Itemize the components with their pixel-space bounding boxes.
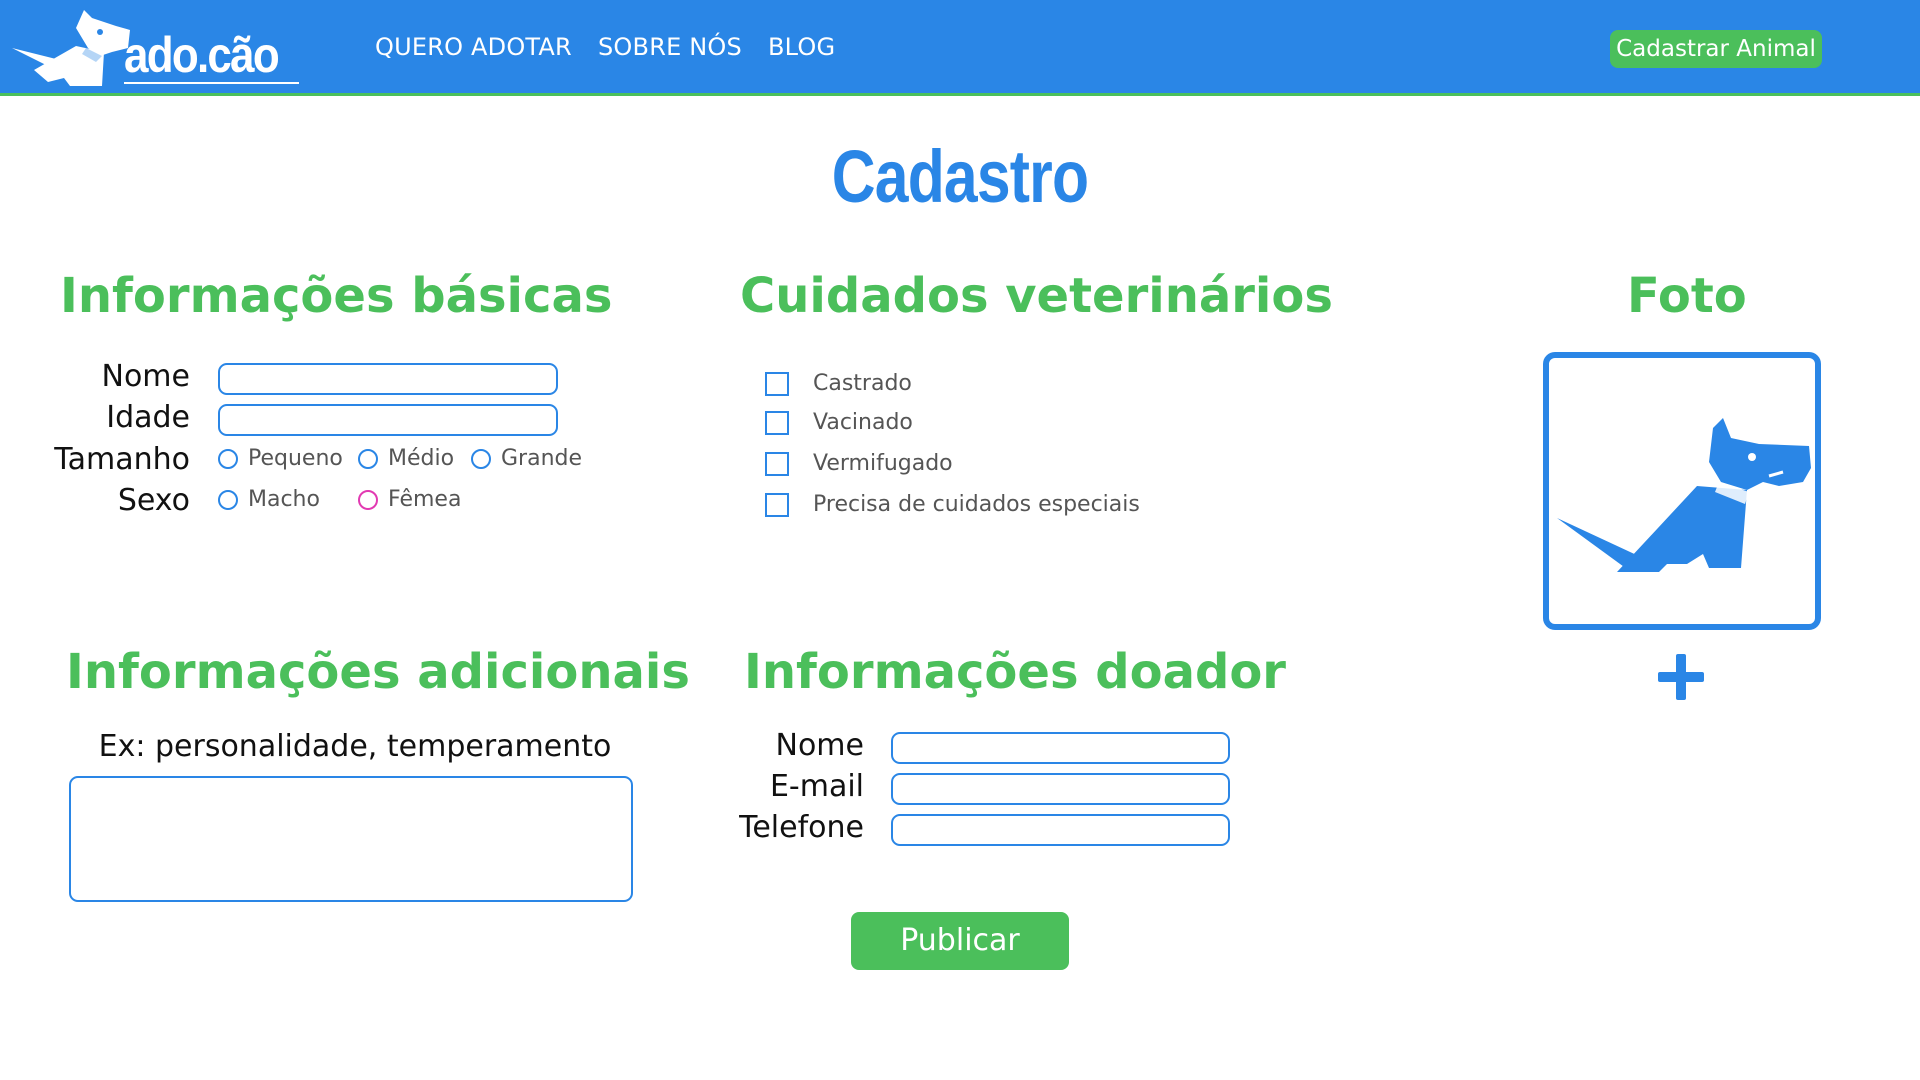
section-title-donor-info: Informações doador	[744, 644, 1286, 700]
plus-vertical-bar	[1676, 654, 1686, 700]
checkbox-box[interactable]	[765, 411, 789, 435]
donor-email-label: E-mail	[769, 769, 864, 804]
donor-name-label: Nome	[775, 728, 864, 763]
radio-circle[interactable]	[471, 449, 491, 469]
donor-phone-input[interactable]	[891, 814, 1230, 846]
sex-radio-femea[interactable]: Fêmea	[358, 487, 461, 513]
section-title-extra-info: Informações adicionais	[66, 644, 690, 700]
checkbox-label: Vacinado	[813, 410, 913, 435]
animal-age-input[interactable]	[218, 404, 558, 436]
radio-circle[interactable]	[358, 449, 378, 469]
sex-label: Sexo	[117, 483, 190, 518]
checkbox-cuidados-especiais[interactable]: Precisa de cuidados especiais	[765, 493, 1140, 517]
radio-circle[interactable]	[358, 490, 378, 510]
sex-radio-macho[interactable]: Macho	[218, 487, 320, 513]
cadastrar-animal-button[interactable]: Cadastrar Animal	[1610, 30, 1822, 68]
radio-label: Médio	[388, 446, 455, 471]
section-title-vet-care: Cuidados veterinários	[740, 268, 1333, 324]
checkbox-box[interactable]	[765, 452, 789, 476]
size-label: Tamanho	[54, 442, 190, 477]
nav-quero-adotar[interactable]: QUERO ADOTAR	[375, 33, 572, 61]
nav-sobre-nos[interactable]: SOBRE NÓS	[598, 33, 742, 61]
site-logo[interactable]: ado.cão	[12, 8, 302, 90]
top-navigation-bar: ado.cão QUERO ADOTAR SOBRE NÓS BLOG Cada…	[0, 0, 1920, 96]
donor-name-input[interactable]	[891, 732, 1230, 764]
extra-info-textarea[interactable]	[69, 776, 633, 902]
checkbox-vermifugado[interactable]: Vermifugado	[765, 452, 953, 476]
size-radio-grande[interactable]: Grande	[471, 446, 582, 472]
checkbox-label: Precisa de cuidados especiais	[813, 492, 1140, 517]
size-radio-medio[interactable]: Médio	[358, 446, 454, 472]
checkbox-label: Castrado	[813, 371, 912, 396]
nav-blog[interactable]: BLOG	[768, 33, 835, 61]
animal-name-input[interactable]	[218, 363, 558, 395]
radio-label: Grande	[501, 446, 583, 471]
name-label: Nome	[101, 359, 190, 394]
donor-phone-label: Telefone	[739, 810, 864, 845]
checkbox-box[interactable]	[765, 372, 789, 396]
radio-circle[interactable]	[218, 490, 238, 510]
radio-label: Pequeno	[248, 446, 343, 471]
page-title: Cadastro	[831, 135, 1089, 218]
checkbox-castrado[interactable]: Castrado	[765, 372, 912, 396]
dog-logo-icon	[12, 10, 130, 86]
radio-circle[interactable]	[218, 449, 238, 469]
age-label: Idade	[106, 400, 190, 435]
section-title-photo: Foto	[1627, 268, 1747, 324]
checkbox-box[interactable]	[765, 493, 789, 517]
photo-upload-area[interactable]	[1543, 352, 1821, 630]
checkbox-vacinado[interactable]: Vacinado	[765, 411, 913, 435]
logo-underline	[124, 82, 299, 84]
logo-text: ado.cão	[124, 27, 280, 83]
radio-label: Fêmea	[388, 487, 462, 512]
dog-icon	[1557, 418, 1811, 572]
add-photo-plus-icon[interactable]	[1656, 651, 1708, 703]
size-radio-pequeno[interactable]: Pequeno	[218, 446, 343, 472]
section-title-basic-info: Informações básicas	[60, 268, 613, 324]
extra-info-hint: Ex: personalidade, temperamento	[98, 729, 612, 764]
checkbox-label: Vermifugado	[813, 451, 953, 476]
radio-label: Macho	[248, 487, 320, 512]
publish-button[interactable]: Publicar	[851, 912, 1069, 970]
donor-email-input[interactable]	[891, 773, 1230, 805]
